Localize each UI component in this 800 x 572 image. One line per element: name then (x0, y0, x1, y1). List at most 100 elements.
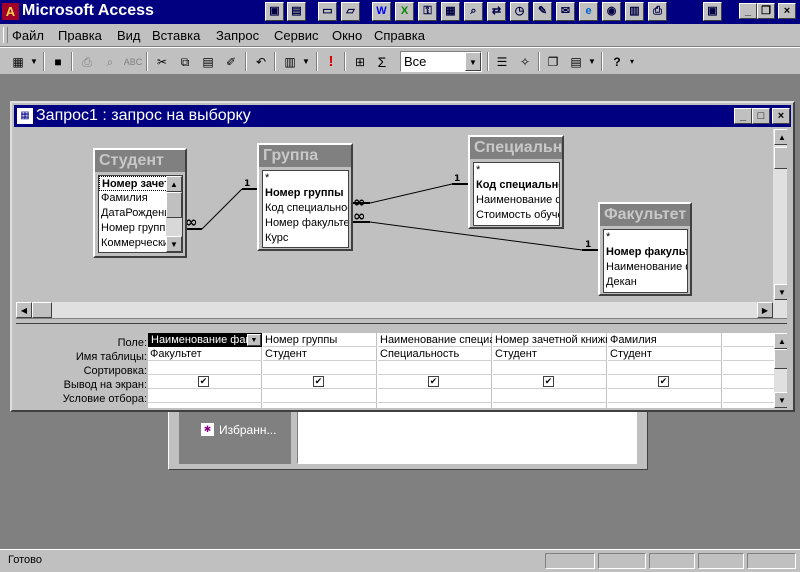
taskbar-app-icon[interactable]: ✉ (556, 2, 575, 21)
show-checkbox[interactable]: ✔ (428, 376, 439, 387)
properties-icon[interactable]: ☰ (492, 52, 512, 72)
table-student[interactable]: Студент Номер зачетной Фамилия ДатаРожде… (93, 148, 187, 258)
grid-table-cell[interactable]: Студент (263, 347, 377, 361)
show-checkbox[interactable]: ✔ (658, 376, 669, 387)
table-group-title[interactable]: Группа (259, 145, 351, 167)
grid-show-cell[interactable]: ✔ (378, 375, 492, 389)
scroll-thumb[interactable] (166, 192, 182, 218)
scroll-right-icon[interactable]: ▶ (757, 302, 773, 318)
grid-field-cell[interactable]: Фамилия (608, 333, 722, 347)
query-type-dropdown-icon[interactable]: ▼ (300, 52, 312, 72)
table-group-fields[interactable]: * Номер группы Код специальности Номер ф… (262, 170, 349, 248)
database-objects-list[interactable] (297, 408, 637, 464)
scroll-thumb[interactable] (774, 147, 787, 169)
help-icon[interactable]: ? (607, 52, 627, 72)
taskbar-app-icon[interactable]: ▭ (318, 2, 337, 21)
grid-field-cell[interactable]: Наименование факультета ▼ (148, 333, 262, 347)
taskbar-key-icon[interactable]: ⚿ (418, 2, 437, 21)
scroll-up-icon[interactable]: ▲ (774, 333, 787, 349)
query-design-grid[interactable]: Поле: Имя таблицы: Сортировка: Вывод на … (16, 327, 787, 408)
scroll-down-icon[interactable]: ▼ (774, 284, 787, 300)
field-item[interactable]: * (263, 171, 348, 186)
table-specialty-title[interactable]: Специальность (470, 137, 562, 159)
field-item[interactable]: Номер факультета (604, 245, 687, 260)
field-item[interactable]: Курс (263, 231, 348, 246)
grid-sort-cell[interactable] (723, 361, 774, 375)
diagram-vertical-scrollbar[interactable]: ▲ ▼ (773, 129, 787, 318)
show-checkbox[interactable]: ✔ (198, 376, 209, 387)
scroll-down-icon[interactable]: ▼ (166, 236, 182, 252)
table-specialty[interactable]: Специальность * Код специальности Наимен… (468, 135, 564, 229)
toolbar-options-icon[interactable]: ▾ (627, 52, 637, 72)
view-icon[interactable]: ▦ (8, 52, 28, 72)
field-item[interactable]: Код специальности (474, 178, 559, 193)
field-dropdown-icon[interactable]: ▼ (247, 334, 261, 346)
menu-help[interactable]: Справка (374, 28, 425, 43)
grid-cells[interactable]: Наименование факультета ▼ Факультет ✔ Но… (148, 333, 774, 408)
copy-icon[interactable]: ⧉ (175, 52, 195, 72)
close-button[interactable]: × (778, 3, 796, 19)
cut-icon[interactable]: ✂ (152, 52, 172, 72)
table-student-fields[interactable]: Номер зачетной Фамилия ДатаРождения Номе… (98, 175, 183, 253)
taskbar-app-icon[interactable]: ◉ (602, 2, 621, 21)
field-item[interactable]: * (604, 230, 687, 245)
grid-sort-cell[interactable] (493, 361, 607, 375)
save-icon[interactable]: ■ (48, 52, 68, 72)
grid-field-cell[interactable]: Номер группы (263, 333, 377, 347)
table-specialty-fields[interactable]: * Код специальности Наименование специал… (473, 162, 560, 226)
query-minimize-button[interactable]: _ (734, 108, 752, 124)
table-student-title[interactable]: Студент (95, 150, 185, 172)
taskbar-word-icon[interactable]: W (372, 2, 391, 21)
scroll-thumb[interactable] (32, 302, 52, 318)
show-checkbox[interactable]: ✔ (313, 376, 324, 387)
table-faculty-title[interactable]: Факультет (600, 204, 690, 226)
grid-field-cell[interactable]: Наименование специальности (378, 333, 492, 347)
view-dropdown-icon[interactable]: ▼ (28, 52, 40, 72)
taskbar-excel-icon[interactable]: X (395, 2, 414, 21)
taskbar-app-icon[interactable]: ▦ (441, 2, 460, 21)
grid-vertical-scrollbar[interactable]: ▲ ▼ (774, 333, 787, 408)
totals-icon[interactable]: Σ (372, 52, 392, 72)
grid-column[interactable] (723, 333, 774, 408)
grid-field-cell[interactable] (723, 333, 774, 347)
field-item[interactable]: Номер группы (263, 186, 348, 201)
scroll-up-icon[interactable]: ▲ (166, 176, 182, 192)
field-item[interactable]: Декан (604, 275, 687, 290)
grid-criteria-cell[interactable] (493, 389, 607, 403)
chevron-down-icon[interactable]: ▼ (465, 52, 481, 71)
grid-sort-cell[interactable] (263, 361, 377, 375)
taskbar-app-icon[interactable]: ▣ (703, 2, 722, 21)
taskbar-clock-icon[interactable]: ◷ (510, 2, 529, 21)
show-table-icon[interactable]: ⊞ (350, 52, 370, 72)
restore-button[interactable]: ❐ (757, 3, 775, 19)
table-faculty-fields[interactable]: * Номер факультета Наименование факульте… (603, 229, 688, 293)
new-object-icon[interactable]: ▤ (566, 52, 586, 72)
menu-file[interactable]: Файл (12, 28, 44, 43)
diagram-horizontal-scrollbar[interactable]: ◀ ▶ (16, 302, 773, 318)
menu-query[interactable]: Запрос (216, 28, 259, 43)
grid-table-cell[interactable]: Специальность (378, 347, 492, 361)
grid-show-cell[interactable]: ✔ (608, 375, 722, 389)
grid-criteria-cell[interactable] (608, 389, 722, 403)
table-faculty[interactable]: Факультет * Номер факультета Наименовани… (598, 202, 692, 296)
query-close-button[interactable]: × (772, 108, 790, 124)
field-item[interactable]: Наименование факультета (604, 260, 687, 275)
grid-sort-cell[interactable] (378, 361, 492, 375)
grid-sort-cell[interactable] (608, 361, 722, 375)
pane-splitter[interactable] (16, 318, 787, 324)
grid-column[interactable]: Номер группы Студент ✔ (263, 333, 377, 408)
grid-show-cell[interactable]: ✔ (148, 375, 262, 389)
scroll-thumb[interactable] (774, 349, 787, 369)
top-values-combo[interactable]: Все ▼ (400, 51, 482, 72)
undo-icon[interactable]: ↶ (251, 52, 271, 72)
taskbar-printer-icon[interactable]: ⎙ (648, 2, 667, 21)
grid-criteria-cell[interactable] (263, 389, 377, 403)
grid-field-cell[interactable]: Номер зачетной книжки (493, 333, 607, 347)
scroll-left-icon[interactable]: ◀ (16, 302, 32, 318)
grid-sort-cell[interactable] (148, 361, 262, 375)
grid-column[interactable]: Наименование специальности Специальность… (378, 333, 492, 408)
grid-column[interactable]: Номер зачетной книжки Студент ✔ (493, 333, 607, 408)
table-diagram-pane[interactable]: ∞ 1 ∞ 1 ∞ 1 Студент Номер зачетной Фамил… (16, 129, 787, 318)
taskbar-app-icon[interactable]: ▥ (625, 2, 644, 21)
grid-table-cell[interactable] (723, 347, 774, 361)
